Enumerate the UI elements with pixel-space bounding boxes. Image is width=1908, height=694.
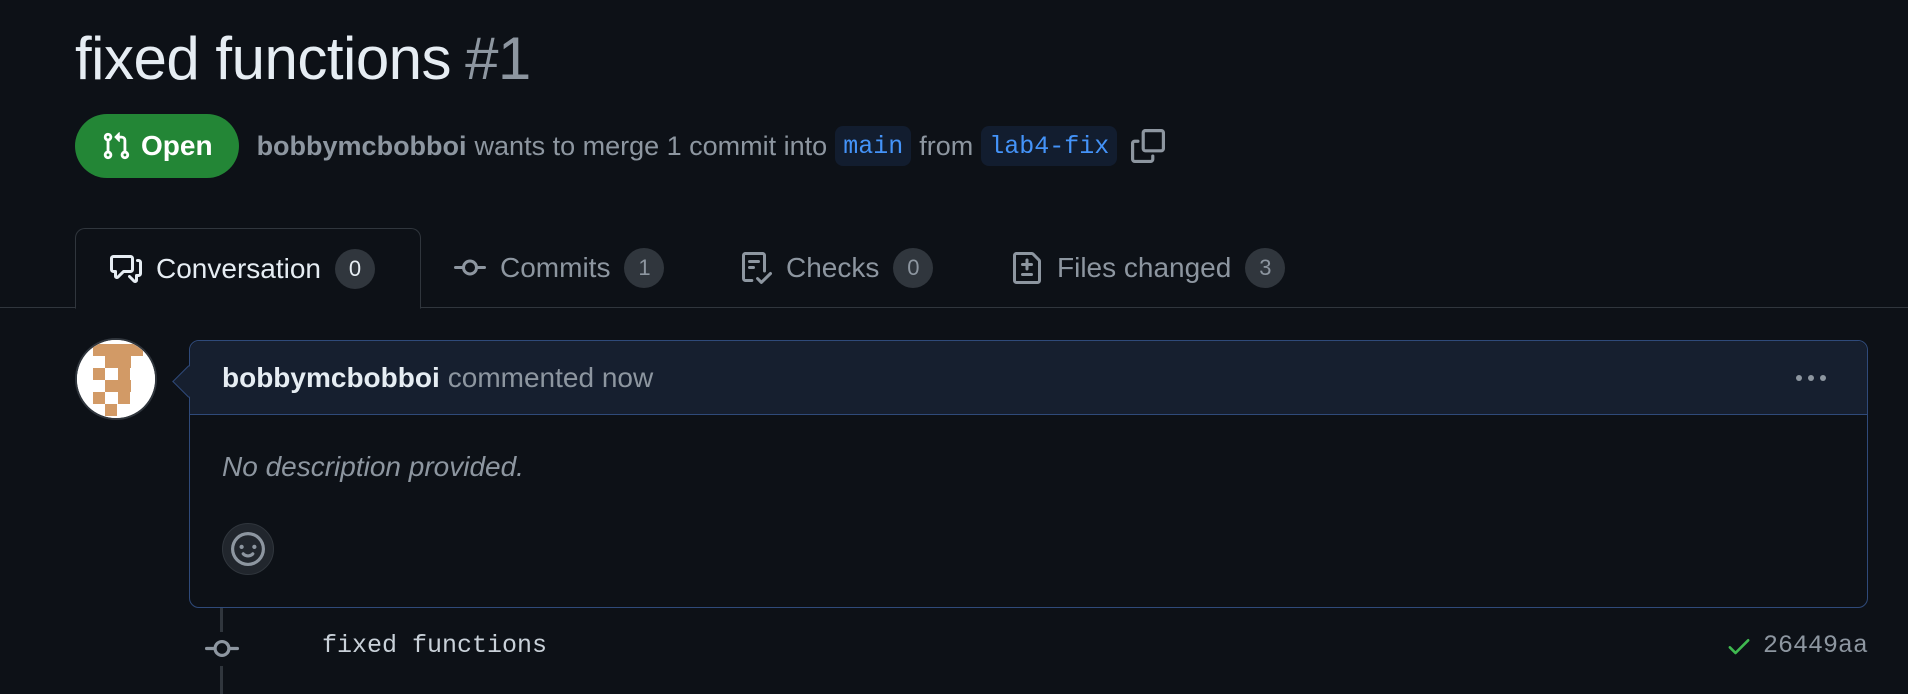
tab-commits-count: 1	[624, 248, 665, 288]
pr-tabs: Conversation 0 Commits 1 Checks 0 Files …	[0, 228, 1908, 309]
add-reaction-button[interactable]	[222, 523, 274, 575]
merge-text: wants to merge 1 commit into	[474, 130, 828, 161]
tab-conversation[interactable]: Conversation 0	[75, 228, 421, 309]
comment-header: bobbymcbobboi commented now	[190, 341, 1867, 415]
comment-timestamp[interactable]: commented now	[448, 362, 653, 394]
comment-body: No description provided.	[222, 451, 524, 482]
pr-title-text: fixed functions	[75, 25, 452, 92]
comment-author-link[interactable]: bobbymcbobboi	[222, 362, 440, 394]
pr-author-link[interactable]: bobbymcbobboi	[257, 131, 467, 162]
tab-conversation-count: 0	[334, 248, 375, 289]
head-branch[interactable]: lab4-fix	[981, 126, 1118, 166]
pr-description-comment: bobbymcbobboi commented now No descripti…	[189, 340, 1868, 608]
commit-icon	[454, 259, 486, 276]
pr-meta: Open bobbymcbobboi wants to merge 1 comm…	[75, 114, 1166, 178]
tab-checks[interactable]: Checks 0	[740, 228, 934, 308]
commit-message-link[interactable]: fixed functions	[322, 631, 547, 660]
tab-commits-label: Commits	[500, 252, 611, 283]
tab-checks-label: Checks	[786, 252, 880, 283]
conversation-icon	[110, 254, 142, 283]
smiley-icon	[231, 532, 265, 566]
kebab-menu-icon[interactable]	[1791, 363, 1831, 393]
file-diff-icon	[1013, 252, 1041, 284]
pull-request-page: fixed functions #1 Open bobbymcbobboi wan…	[0, 0, 1908, 694]
tab-files-changed-count: 3	[1245, 248, 1286, 288]
copy-icon[interactable]	[1131, 129, 1166, 163]
from-text: from	[919, 130, 974, 161]
commit-sha-link[interactable]: 26449aa	[1763, 631, 1868, 660]
base-branch[interactable]: main	[835, 126, 912, 166]
state-badge: Open	[75, 114, 239, 178]
check-icon[interactable]	[1725, 632, 1753, 660]
tab-conversation-label: Conversation	[156, 252, 321, 284]
tab-files-changed[interactable]: Files changed 3	[1011, 228, 1286, 308]
commit-meta: 26449aa	[1725, 631, 1868, 660]
state-label: Open	[141, 130, 213, 161]
pr-title: fixed functions #1	[75, 22, 531, 96]
identicon	[77, 340, 155, 418]
tab-commits[interactable]: Commits 1	[454, 228, 665, 308]
timeline-commit-icon	[205, 632, 239, 666]
tab-files-changed-label: Files changed	[1057, 252, 1232, 283]
avatar[interactable]	[75, 338, 157, 420]
pr-number: #1	[465, 25, 531, 92]
git-pull-request-icon	[103, 132, 130, 160]
tab-checks-count: 0	[893, 248, 934, 288]
checklist-icon	[742, 252, 772, 284]
